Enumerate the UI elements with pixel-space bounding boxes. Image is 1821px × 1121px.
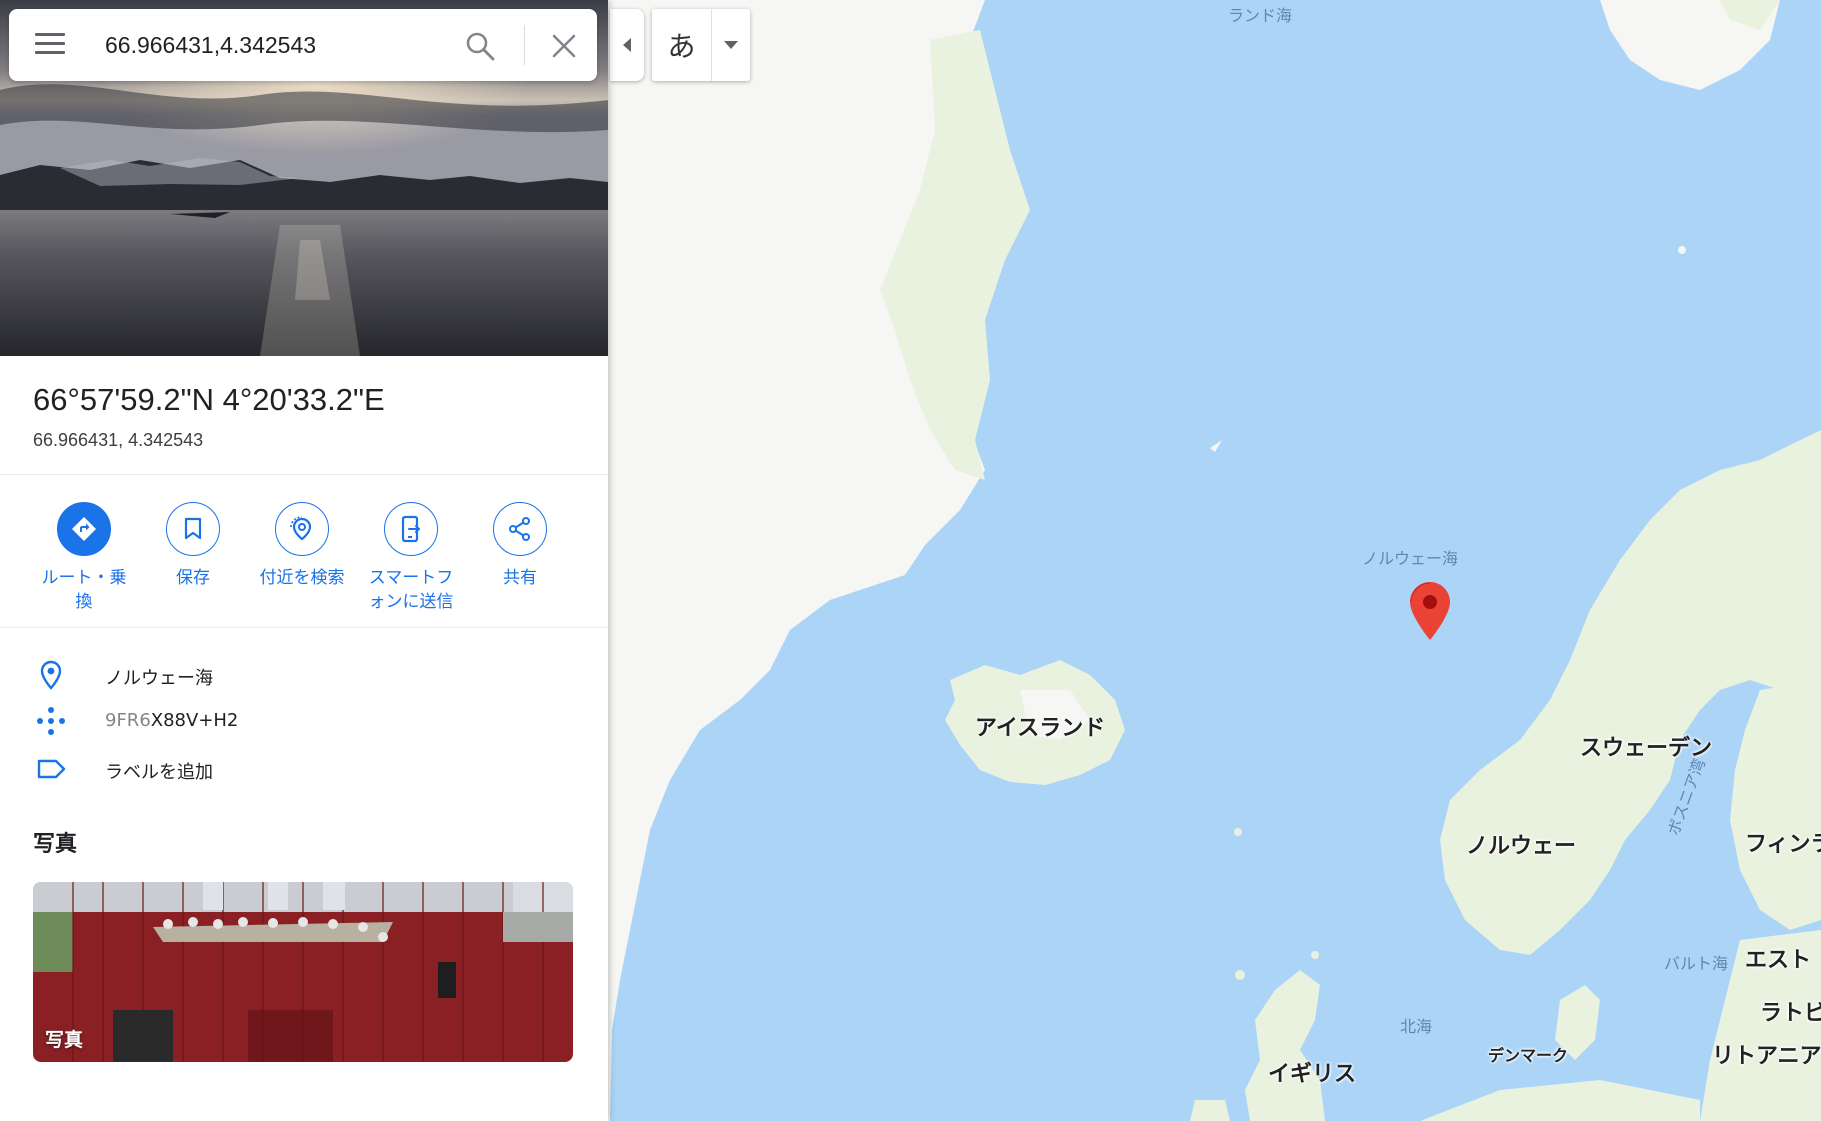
search-icon[interactable] bbox=[465, 31, 495, 61]
add-label-text: ラベルを追加 bbox=[105, 762, 213, 783]
photo-card[interactable]: 写真 bbox=[33, 882, 573, 1062]
map-label-north-sea: 北海 bbox=[1400, 1017, 1433, 1036]
label-icon bbox=[36, 754, 66, 784]
side-panel: 66°57'59.2"N 4°20'33.2"E 66.966431, 4.34… bbox=[0, 0, 608, 1121]
save-button[interactable]: 保存 bbox=[138, 502, 248, 590]
map-label-iceland: アイスランド bbox=[975, 716, 1106, 741]
map-label-baltic-sea: バルト海 bbox=[1664, 954, 1729, 973]
place-title: 66°57'59.2"N 4°20'33.2"E bbox=[33, 382, 385, 417]
send-to-phone-button[interactable]: スマートフォンに送信 bbox=[356, 502, 466, 614]
location-row[interactable]: ノルウェー海 bbox=[0, 660, 608, 700]
send-to-phone-label-1: スマートフ bbox=[368, 568, 454, 588]
caret-left-icon bbox=[623, 38, 631, 52]
send-to-phone-icon bbox=[401, 515, 421, 543]
send-to-phone-label-2: ォンに送信 bbox=[368, 592, 454, 612]
search-box bbox=[9, 9, 597, 81]
map-label-norway: ノルウェー bbox=[1466, 834, 1577, 859]
directions-button[interactable]: ルート・乗換 bbox=[29, 502, 139, 614]
map-label-greenland-sea: ランド海 bbox=[1228, 6, 1293, 25]
photos-section-title: 写真 bbox=[33, 832, 78, 857]
menu-icon[interactable] bbox=[35, 33, 65, 57]
photo-card-caption: 写真 bbox=[45, 1029, 84, 1051]
share-label: 共有 bbox=[503, 568, 537, 588]
share-button[interactable]: 共有 bbox=[465, 502, 575, 590]
search-input[interactable] bbox=[105, 29, 435, 61]
map-label-lithuania: リトアニア bbox=[1712, 1044, 1821, 1069]
plus-code-row[interactable]: 9FR6X88V+H2 bbox=[0, 706, 608, 746]
directions-label-1: ルート・乗 bbox=[41, 568, 127, 588]
plus-code-rest: X88V+H2 bbox=[150, 710, 239, 731]
photo-card-graphic bbox=[33, 882, 573, 1062]
input-method-button[interactable]: あ bbox=[652, 9, 712, 81]
add-label-row[interactable]: ラベルを追加 bbox=[0, 754, 608, 794]
input-method-dropdown[interactable] bbox=[712, 9, 750, 81]
search-divider bbox=[524, 25, 525, 65]
map-label-finland: フィンラ bbox=[1745, 832, 1821, 857]
plus-code-icon bbox=[36, 706, 66, 736]
share-icon bbox=[509, 517, 530, 541]
bookmark-icon bbox=[184, 517, 202, 540]
search-nearby-button[interactable]: 付近を検索 bbox=[247, 502, 357, 590]
location-text: ノルウェー海 bbox=[105, 668, 213, 689]
plus-code-prefix: 9FR6 bbox=[105, 710, 151, 731]
location-pin-icon[interactable] bbox=[1410, 582, 1450, 640]
caret-down-icon bbox=[724, 41, 738, 49]
directions-icon bbox=[72, 517, 96, 541]
plus-code-text: 9FR6X88V+H2 bbox=[105, 710, 238, 731]
collapse-panel-button[interactable] bbox=[610, 9, 644, 81]
pin-icon bbox=[36, 660, 66, 690]
nearby-icon bbox=[290, 516, 312, 541]
map-label-denmark: デンマーク bbox=[1488, 1046, 1569, 1065]
map-label-estonia: エスト bbox=[1745, 948, 1812, 973]
directions-label-2: 換 bbox=[75, 592, 93, 612]
place-coordinates: 66.966431, 4.342543 bbox=[33, 430, 204, 450]
input-method-control: あ bbox=[652, 9, 750, 81]
map-label-latvia: ラトビ bbox=[1760, 1001, 1821, 1026]
divider bbox=[0, 474, 608, 475]
divider bbox=[0, 627, 608, 628]
save-label: 保存 bbox=[176, 568, 210, 588]
search-nearby-label: 付近を検索 bbox=[259, 568, 345, 588]
map-label-norwegian-sea: ノルウェー海 bbox=[1362, 549, 1459, 568]
close-icon[interactable] bbox=[549, 31, 579, 61]
map-label-uk: イギリス bbox=[1268, 1062, 1357, 1087]
